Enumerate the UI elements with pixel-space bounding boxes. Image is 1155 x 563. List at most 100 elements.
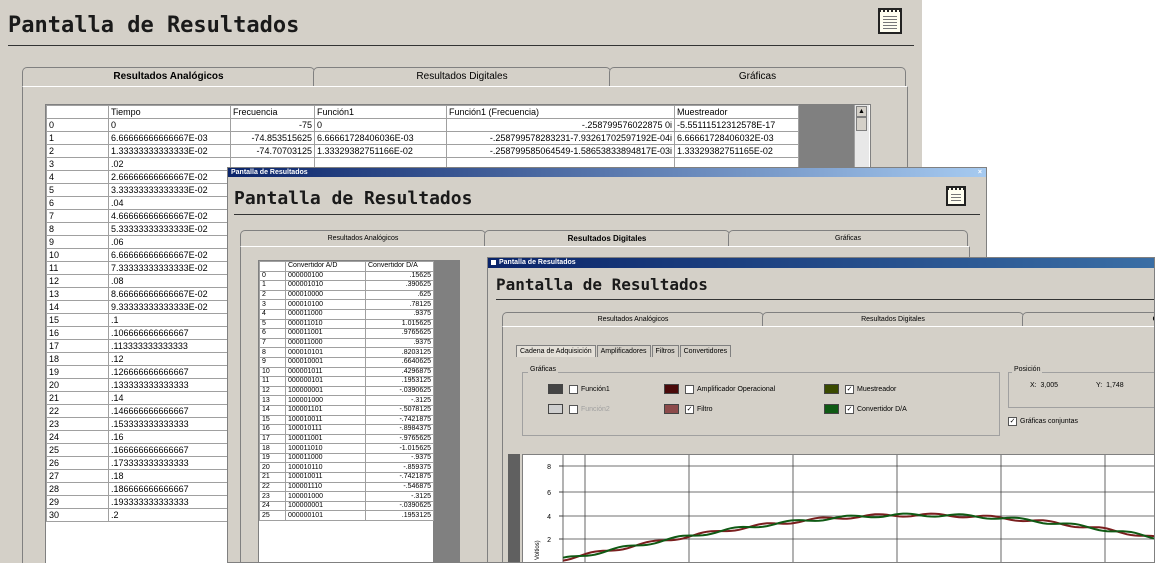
table-cell[interactable]: .06 <box>108 235 231 249</box>
checkbox-icon[interactable]: ✓ <box>845 404 854 414</box>
table-cell[interactable]: -.546875 <box>365 481 434 493</box>
table-cell[interactable]: 100001000 <box>285 491 366 502</box>
table-cell[interactable]: .12 <box>108 352 231 366</box>
table-cell[interactable]: 3.33333333333333E-02 <box>108 183 231 197</box>
table-cell[interactable]: 7.33333333333333E-02 <box>108 261 231 275</box>
table-cell[interactable]: .625 <box>365 289 434 301</box>
table-row[interactable]: 17 100011001 -.9765625 <box>259 433 434 445</box>
table-cell[interactable]: .106666666666667 <box>108 326 231 340</box>
table-row[interactable]: 13 100001000 -.3125 <box>259 395 434 406</box>
table-cell[interactable]: .2 <box>108 508 231 522</box>
table-cell[interactable]: 000000100 <box>285 270 366 282</box>
table-row[interactable]: 24 100000001 -.0390625 <box>259 500 434 512</box>
digital-results-grid[interactable]: Convertidor A/D Convertidor D/A 0 0000001… <box>258 260 460 562</box>
table-cell[interactable]: 9.33333333333333E-02 <box>108 300 231 314</box>
table-cell[interactable]: 000010001 <box>285 356 366 368</box>
table-cell[interactable]: -.9375 <box>365 452 434 464</box>
table-cell[interactable]: 100001101 <box>285 404 366 416</box>
table-cell[interactable]: .02 <box>108 157 231 171</box>
checkbox-icon[interactable] <box>569 384 578 394</box>
table-cell[interactable]: .9765625 <box>365 328 434 339</box>
table-row[interactable]: 2 1.33333333333333E-02 -74.70703125 1.33329… <box>46 144 799 158</box>
table-cell[interactable]: .153333333333333 <box>108 417 231 431</box>
table-cell[interactable]: 000011000 <box>285 337 366 349</box>
table-cell[interactable]: 1.33333333333333E-02 <box>108 144 231 158</box>
tab-charts[interactable]: Gráf <box>1022 312 1154 326</box>
table-row[interactable]: 18 100011010 -1.015625 <box>259 443 434 454</box>
table-cell[interactable]: .146666666666667 <box>108 404 231 418</box>
table-cell[interactable]: -.0390625 <box>365 385 434 397</box>
table-row[interactable]: 25 000000101.1953125 <box>259 510 434 522</box>
table-cell[interactable]: .1953125 <box>365 510 434 522</box>
table-cell[interactable]: -.258799585064549-1.58653833894817E-03i <box>446 144 675 158</box>
scrollbar-thumb[interactable] <box>856 117 867 131</box>
table-cell[interactable]: -.258799576022875 0i <box>446 118 675 132</box>
table-row[interactable]: 20 100010110 -.859375 <box>259 462 434 474</box>
table-cell[interactable]: 000001011 <box>285 366 366 378</box>
close-icon[interactable]: × <box>978 168 982 177</box>
table-cell[interactable]: 100000001 <box>285 385 366 397</box>
table-cell[interactable]: 6.66661728406032E-03 <box>674 131 799 145</box>
table-cell[interactable]: 000000101 <box>285 376 366 387</box>
checkbox-icon[interactable]: ✓ <box>845 384 854 394</box>
tab-analog-results[interactable]: Resultados Analógicos <box>502 312 764 326</box>
legend-item[interactable]: ✓ Filtro <box>664 404 713 414</box>
table-cell[interactable]: 000010000 <box>285 289 366 301</box>
legend-item[interactable]: Función1 <box>548 384 610 394</box>
table-cell[interactable]: -.258799578283231-7.93261702597192E-04i <box>446 131 675 145</box>
table-cell[interactable]: -.5078125 <box>365 404 434 416</box>
table-cell[interactable]: -74.70703125 <box>230 144 315 158</box>
legend-item[interactable]: Amplificador Operacional <box>664 384 775 394</box>
checkbox-icon[interactable] <box>569 404 578 414</box>
chart-area[interactable]: 8 6 4 2 Voltios) <box>522 454 1154 562</box>
table-cell[interactable]: .166666666666667 <box>108 443 231 457</box>
tab-charts[interactable]: Gráficas <box>609 67 906 86</box>
table-row[interactable]: 1 6.66666666666667E-03 -74.853515625 6.6666… <box>46 131 799 145</box>
table-row[interactable]: 7 000011000.9375 <box>259 337 434 349</box>
tab-analog-results[interactable]: Resultados Analógicos <box>22 67 315 86</box>
table-cell[interactable]: 000010101 <box>285 347 366 358</box>
table-cell[interactable]: .6640625 <box>365 356 434 368</box>
table-cell[interactable]: 000010100 <box>285 299 366 310</box>
checkbox-icon[interactable] <box>685 384 694 394</box>
table-cell[interactable]: .173333333333333 <box>108 456 231 470</box>
table-cell[interactable]: .04 <box>108 196 231 210</box>
table-row[interactable]: 6 000011001.9765625 <box>259 328 434 339</box>
table-row[interactable]: 5 000011010 1.015625 <box>259 318 434 330</box>
table-cell[interactable]: -1.015625 <box>365 443 434 454</box>
table-cell[interactable]: 8.66666666666667E-02 <box>108 287 231 301</box>
table-cell[interactable]: .4296875 <box>365 366 434 378</box>
window-title-bar[interactable]: Pantalla de Resultados × <box>228 168 986 177</box>
table-row[interactable]: 4 000011000.9375 <box>259 308 434 320</box>
table-cell[interactable]: -.859375 <box>365 462 434 474</box>
table-cell[interactable]: 100011010 <box>285 443 366 454</box>
graficas-conjuntas-checkbox[interactable]: ✓ Gráficas conjuntas <box>1008 417 1078 426</box>
table-cell[interactable]: 2.66666666666667E-02 <box>108 170 231 184</box>
table-cell[interactable]: 0 <box>108 118 231 132</box>
table-cell[interactable]: .78125 <box>365 299 434 310</box>
table-cell[interactable]: -75 <box>230 118 315 132</box>
table-cell[interactable]: .15625 <box>365 270 434 282</box>
table-row[interactable]: 23 100001000 -.3125 <box>259 491 434 502</box>
table-row[interactable]: 9 000010001.6640625 <box>259 356 434 368</box>
legend-item[interactable]: ✓ Convertidor D/A <box>824 404 907 414</box>
table-cell[interactable]: 6.66661728406036E-03 <box>314 131 447 145</box>
table-cell[interactable]: 100010011 <box>285 472 366 483</box>
table-row[interactable]: 0 000000100.15625 <box>259 270 434 282</box>
legend-item[interactable]: Función2 <box>548 404 610 414</box>
tab-digital-results[interactable]: Resultados Digitales <box>484 230 730 246</box>
table-cell[interactable]: 100001110 <box>285 481 366 493</box>
table-cell[interactable]: 000001010 <box>285 280 366 291</box>
table-row[interactable]: 21 100010011 -.7421875 <box>259 472 434 483</box>
table-cell[interactable]: .186666666666667 <box>108 482 231 496</box>
table-cell[interactable]: .133333333333333 <box>108 378 231 392</box>
table-cell[interactable]: 5.33333333333333E-02 <box>108 222 231 236</box>
tab-charts[interactable]: Gráficas <box>728 230 968 246</box>
table-cell[interactable]: .16 <box>108 430 231 444</box>
table-row[interactable]: 19 100011000 -.9375 <box>259 452 434 464</box>
table-cell[interactable]: -.8984375 <box>365 424 434 435</box>
notepad-icon[interactable] <box>946 186 966 206</box>
table-cell[interactable]: .8203125 <box>365 347 434 358</box>
table-cell[interactable]: 1.33329382751165E-02 <box>674 144 799 158</box>
table-row[interactable]: 10 000001011.4296875 <box>259 366 434 378</box>
